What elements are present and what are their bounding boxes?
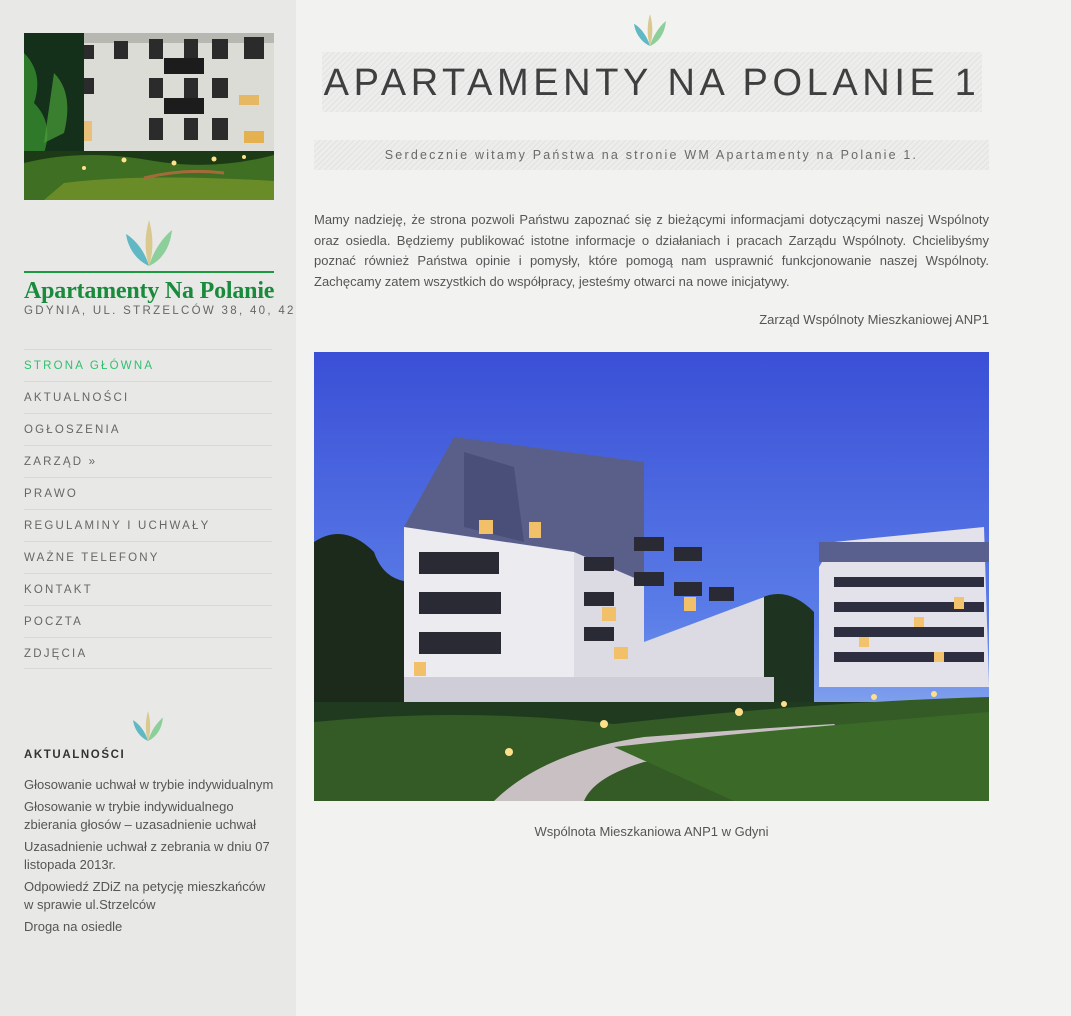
news-list: Głosowanie uchwał w trybie indywidualnym… <box>24 776 276 940</box>
signature: Zarząd Wspólnoty Mieszkaniowej ANP1 <box>759 312 989 327</box>
brand-name[interactable]: Apartamenty Na Polanie <box>24 271 274 305</box>
leaf-ornament-icon <box>634 14 666 46</box>
nav-item-board[interactable]: ZARZĄD » <box>24 445 272 477</box>
welcome-text: Serdecznie witamy Państwa na stronie WM … <box>384 148 919 162</box>
welcome-band: Serdecznie witamy Państwa na stronie WM … <box>314 140 989 170</box>
nav-item-law[interactable]: PRAWO <box>24 477 272 509</box>
nav-item-phones[interactable]: WAŻNE TELEFONY <box>24 541 272 573</box>
nav-item-news[interactable]: AKTUALNOŚCI <box>24 381 272 413</box>
main-nav: STRONA GŁÓWNA AKTUALNOŚCI OGŁOSZENIA ZAR… <box>24 349 272 669</box>
news-link[interactable]: Droga na osiedle <box>24 918 276 936</box>
nav-item-regulations[interactable]: REGULAMINY I UCHWAŁY <box>24 509 272 541</box>
news-link[interactable]: Głosowanie w trybie indywidualnego zbier… <box>24 798 276 834</box>
intro-paragraph: Mamy nadzieję, że strona pozwoli Państwu… <box>314 212 989 289</box>
brand-address: GDYNIA, UL. STRZELCÓW 38, 40, 42 <box>24 305 296 317</box>
photo-caption: Wspólnota Mieszkaniowa ANP1 w Gdyni <box>534 824 769 839</box>
nav-item-photos[interactable]: ZDJĘCIA <box>24 637 272 669</box>
building-photo <box>314 352 989 801</box>
page-title-band: APARTAMENTY NA POLANIE 1 <box>322 52 982 112</box>
news-widget-title: AKTUALNOŚCI <box>24 749 126 761</box>
sidebar: Apartamenty Na Polanie GDYNIA, UL. STRZE… <box>0 0 296 1016</box>
news-link[interactable]: Głosowanie uchwał w trybie indywidualnym <box>24 776 276 794</box>
leaf-divider-icon <box>133 711 163 741</box>
nav-item-mail[interactable]: POCZTA <box>24 605 272 637</box>
header-photo[interactable] <box>24 33 274 200</box>
news-link[interactable]: Odpowiedź ZDiZ na petycję mieszkańców w … <box>24 878 276 914</box>
leaf-logo-icon <box>126 220 172 266</box>
nav-item-contact[interactable]: KONTAKT <box>24 573 272 605</box>
nav-item-announcements[interactable]: OGŁOSZENIA <box>24 413 272 445</box>
news-link[interactable]: Uzasadnienie uchwał z zebrania w dniu 07… <box>24 838 276 874</box>
page-title: APARTAMENTY NA POLANIE 1 <box>323 62 981 104</box>
nav-item-home[interactable]: STRONA GŁÓWNA <box>24 349 272 381</box>
